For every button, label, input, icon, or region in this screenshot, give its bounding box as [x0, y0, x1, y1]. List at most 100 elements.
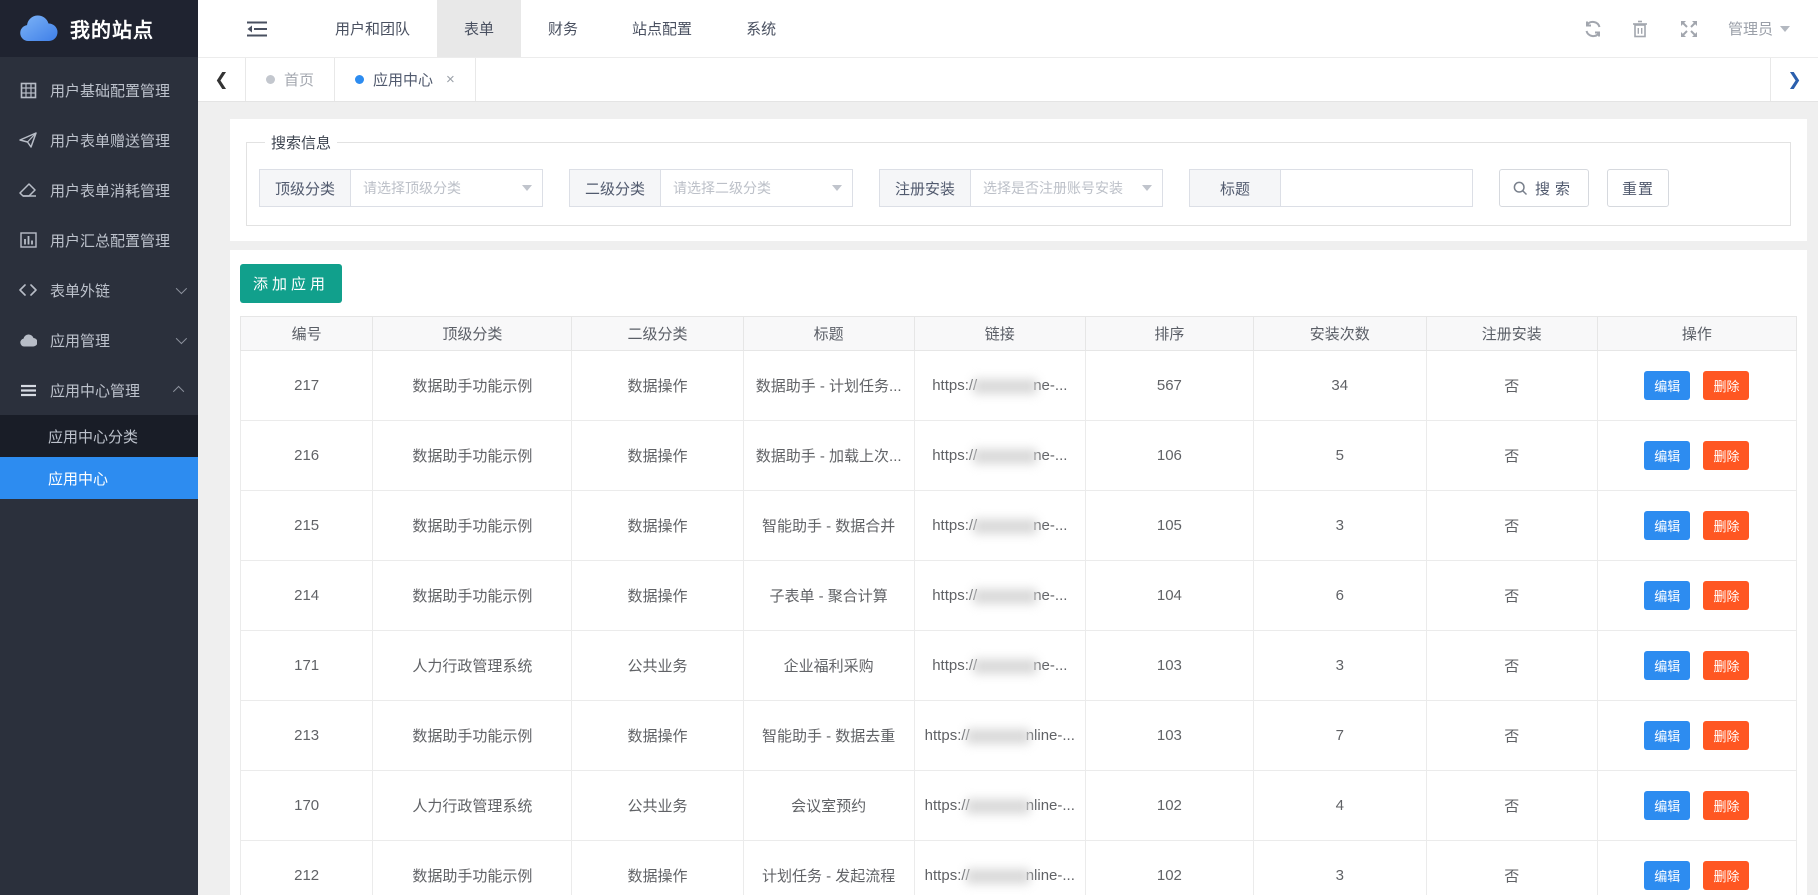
send-icon	[18, 131, 38, 149]
select-placeholder: 选择是否注册账号安装	[983, 178, 1142, 198]
delete-button[interactable]: 删除	[1703, 721, 1749, 750]
cell-top-category: 数据助手功能示例	[373, 421, 572, 491]
delete-button[interactable]: 删除	[1703, 371, 1749, 400]
col-header-installs: 安装次数	[1253, 317, 1426, 351]
tabs-scroll-left-button[interactable]: ❮	[198, 58, 246, 101]
delete-button[interactable]: 删除	[1703, 861, 1749, 890]
sidebar: 我的站点 用户基础配置管理 用户表单赠送管理 用户表单消耗管理 用户汇总配置管理	[0, 0, 198, 895]
top-category-select[interactable]: 请选择顶级分类	[351, 169, 543, 207]
cell-link: https://ne-...	[914, 351, 1085, 421]
sidebar-item-app-management[interactable]: 应用管理	[0, 315, 198, 365]
sidebar-subitem-app-center[interactable]: 应用中心	[0, 457, 198, 499]
cell-installs: 4	[1253, 771, 1426, 841]
edit-button[interactable]: 编辑	[1644, 861, 1690, 890]
edit-button[interactable]: 编辑	[1644, 441, 1690, 470]
edit-button[interactable]: 编辑	[1644, 721, 1690, 750]
trash-icon[interactable]	[1632, 20, 1650, 38]
sidebar-item-user-summary-config[interactable]: 用户汇总配置管理	[0, 215, 198, 265]
chevron-down-icon	[832, 185, 842, 191]
sidebar-subitem-app-center-category[interactable]: 应用中心分类	[0, 415, 198, 457]
cell-register: 否	[1426, 491, 1597, 561]
edit-button[interactable]: 编辑	[1644, 511, 1690, 540]
top-tab-system[interactable]: 系统	[719, 0, 803, 57]
building-icon	[18, 81, 38, 99]
reset-button[interactable]: 重置	[1607, 169, 1669, 207]
link-prefix: https://	[925, 797, 970, 814]
redacted-blur	[966, 869, 1030, 884]
top-tab-finance[interactable]: 财务	[521, 0, 605, 57]
sidebar-item-user-form-consume[interactable]: 用户表单消耗管理	[0, 165, 198, 215]
col-header-top-category: 顶级分类	[373, 317, 572, 351]
topbar-actions: 管理员	[1584, 18, 1818, 39]
sidebar-item-label: 用户表单消耗管理	[50, 180, 170, 201]
sub-category-select[interactable]: 请选择二级分类	[661, 169, 853, 207]
cell-id: 171	[241, 631, 373, 701]
sidebar-item-form-external-link[interactable]: 表单外链	[0, 265, 198, 315]
search-button[interactable]: 搜索	[1499, 169, 1589, 207]
delete-button[interactable]: 删除	[1703, 441, 1749, 470]
close-icon[interactable]: ×	[446, 71, 455, 88]
tab-dot-icon	[355, 75, 364, 84]
top-tab-site-config[interactable]: 站点配置	[605, 0, 719, 57]
refresh-icon[interactable]	[1584, 20, 1602, 38]
top-tab-label: 用户和团队	[335, 18, 410, 39]
search-icon	[1513, 181, 1528, 196]
cell-title: 企业福利采购	[743, 631, 914, 701]
page-tab-label: 应用中心	[373, 69, 433, 90]
filter-label: 二级分类	[569, 169, 661, 207]
cell-actions: 编辑 删除	[1597, 701, 1796, 771]
page-tab-app-center[interactable]: 应用中心 ×	[335, 58, 476, 101]
cell-register: 否	[1426, 771, 1597, 841]
chevron-down-icon	[1142, 185, 1152, 191]
cell-sub-category: 数据操作	[572, 351, 743, 421]
delete-button[interactable]: 删除	[1703, 581, 1749, 610]
cell-title: 智能助手 - 数据合并	[743, 491, 914, 561]
edit-button[interactable]: 编辑	[1644, 581, 1690, 610]
sidebar-item-app-center-management[interactable]: 应用中心管理	[0, 365, 198, 415]
expand-icon[interactable]	[1680, 20, 1698, 38]
delete-button[interactable]: 删除	[1703, 511, 1749, 540]
link-prefix: https://	[932, 517, 977, 534]
table-row: 213 数据助手功能示例 数据操作 智能助手 - 数据去重 https://nl…	[241, 701, 1797, 771]
edit-button[interactable]: 编辑	[1644, 791, 1690, 820]
col-header-register-install: 注册安装	[1426, 317, 1597, 351]
page-tab-home[interactable]: 首页	[246, 58, 335, 101]
filter-label: 标题	[1189, 169, 1281, 207]
collapse-sidebar-icon[interactable]	[246, 20, 268, 38]
user-menu[interactable]: 管理员	[1728, 18, 1790, 39]
top-tab-users-teams[interactable]: 用户和团队	[308, 0, 437, 57]
cell-link: https://nline-...	[914, 841, 1085, 895]
delete-button[interactable]: 删除	[1703, 791, 1749, 820]
select-placeholder: 请选择二级分类	[673, 178, 832, 198]
cell-actions: 编辑 删除	[1597, 421, 1796, 491]
sidebar-menu: 用户基础配置管理 用户表单赠送管理 用户表单消耗管理 用户汇总配置管理 表单外链	[0, 57, 198, 499]
edit-button[interactable]: 编辑	[1644, 371, 1690, 400]
register-install-select[interactable]: 选择是否注册账号安装	[971, 169, 1163, 207]
cell-sort: 104	[1085, 561, 1253, 631]
delete-button[interactable]: 删除	[1703, 651, 1749, 680]
cell-installs: 3	[1253, 841, 1426, 895]
sidebar-item-user-base-config[interactable]: 用户基础配置管理	[0, 65, 198, 115]
edit-button[interactable]: 编辑	[1644, 651, 1690, 680]
redacted-blur	[973, 449, 1037, 464]
page-tab-strip: ❮ 首页 应用中心 × ❯	[198, 57, 1818, 102]
cell-actions: 编辑 删除	[1597, 771, 1796, 841]
tabs-scroll-right-button[interactable]: ❯	[1770, 58, 1818, 101]
redacted-blur	[973, 589, 1037, 604]
link-suffix: ne-...	[1033, 657, 1067, 674]
cell-link: https://nline-...	[914, 771, 1085, 841]
sidebar-item-label: 用户汇总配置管理	[50, 230, 170, 251]
link-suffix: ne-...	[1033, 587, 1067, 604]
sidebar-item-label: 用户基础配置管理	[50, 80, 170, 101]
table-header-row: 编号 顶级分类 二级分类 标题 链接 排序 安装次数 注册安装 操作	[241, 317, 1797, 351]
chevron-up-icon	[173, 386, 184, 397]
topbar: 用户和团队 表单 财务 站点配置 系统 管理员	[198, 0, 1818, 57]
add-app-button[interactable]: 添加应用	[240, 264, 342, 303]
link-prefix: https://	[925, 867, 970, 884]
cell-id: 215	[241, 491, 373, 561]
top-tab-forms[interactable]: 表单	[437, 0, 521, 57]
cell-sort: 567	[1085, 351, 1253, 421]
cell-title: 子表单 - 聚合计算	[743, 561, 914, 631]
sidebar-item-user-form-gift[interactable]: 用户表单赠送管理	[0, 115, 198, 165]
title-input[interactable]	[1281, 169, 1473, 207]
